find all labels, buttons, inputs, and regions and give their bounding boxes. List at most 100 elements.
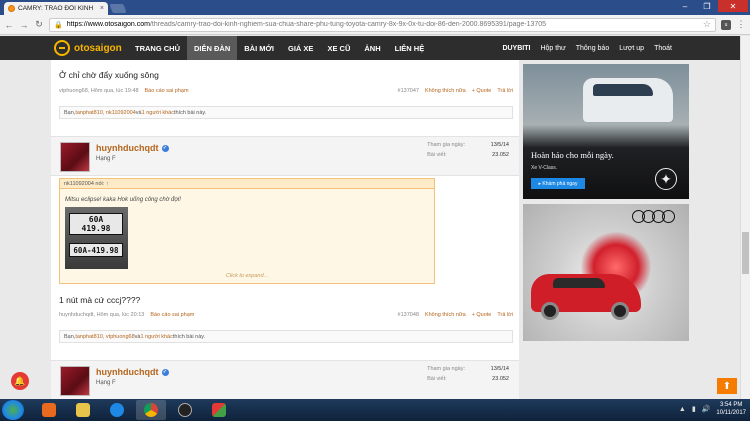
maximize-icon[interactable]: ❐	[696, 0, 718, 12]
clock-time: 3:54 PM	[720, 402, 743, 408]
joined-label-2: Tham gia ngày:	[427, 366, 465, 372]
scroll-to-top-icon[interactable]: ⬆	[717, 378, 737, 394]
menu-item-used-cars[interactable]: XE CŨ	[320, 36, 357, 60]
post-number[interactable]: #137047	[398, 88, 419, 94]
clock-date: 10/11/2017	[716, 410, 746, 416]
username[interactable]: huynhduchqdt ✓	[96, 143, 169, 153]
post-author-link-2[interactable]: huynhduchqdt	[59, 312, 94, 318]
menu-item-contact[interactable]: LIÊN HỆ	[388, 36, 432, 60]
logout-link[interactable]: Thoát	[654, 45, 672, 52]
expand-quote-link[interactable]: Click to expand...	[60, 273, 434, 279]
verified-icon: ✓	[161, 144, 169, 152]
likes-users[interactable]: tanphat810, nk11092004	[75, 110, 135, 116]
audi-ad[interactable]	[523, 204, 689, 341]
internet-explorer-icon[interactable]	[102, 400, 132, 420]
bookmark-star-icon[interactable]: ☆	[703, 19, 711, 30]
unlike-link[interactable]: Không thích nữa	[425, 88, 466, 94]
chrome-icon[interactable]	[136, 400, 166, 420]
post-time-2[interactable]: Hôm qua, lúc 20:13	[97, 312, 145, 318]
volume-icon[interactable]: 🔊	[702, 405, 711, 413]
quote-header[interactable]: nk11092004 nói: ↑	[60, 179, 434, 189]
post-number-2[interactable]: #137048	[398, 312, 419, 318]
new-tab-button[interactable]	[109, 4, 127, 13]
likes-prefix: Bạn,	[64, 109, 76, 116]
quote-link-2[interactable]: + Quote	[472, 312, 492, 318]
username-text[interactable]: huynhduchqdt	[96, 143, 159, 153]
inbox-link[interactable]: Hộp thư	[540, 45, 565, 52]
post-author-link[interactable]: vtphuong68	[59, 88, 88, 94]
network-icon[interactable]: ▮	[692, 405, 696, 413]
posts-value-2[interactable]: 23.052	[469, 376, 509, 382]
avatar[interactable]	[60, 142, 90, 172]
report-link[interactable]: Báo cáo sai phạm	[145, 88, 189, 94]
hp-icon[interactable]	[170, 400, 200, 420]
menu-item-forum[interactable]: DIỄN ĐÀN	[187, 36, 238, 60]
start-button-icon[interactable]	[2, 400, 24, 420]
clock[interactable]: 3:54 PM 10/11/2017	[716, 401, 746, 417]
user-rank: Hạng F	[96, 156, 116, 162]
menu-item-new-posts[interactable]: BÀI MỚI	[237, 36, 281, 60]
browser-tabstrip: CAMRY: TRAO ĐỔI KINH × – ❐ ✕	[0, 0, 750, 15]
alerts-link[interactable]: Thông báo	[576, 45, 609, 52]
plate-line1: 60A	[88, 215, 104, 224]
lock-icon: 🔒	[54, 21, 63, 29]
rear-wheel	[611, 302, 629, 320]
browser-tab[interactable]: CAMRY: TRAO ĐỔI KINH ×	[4, 2, 108, 15]
menu-item-car-prices[interactable]: GIÁ XE	[281, 36, 320, 60]
user-menu: DUYBITI Hộp thư Thông báo Lượt up Thoát	[502, 36, 672, 60]
menu-item-home[interactable]: TRANG CHỦ	[128, 36, 187, 60]
bumps-link[interactable]: Lượt up	[619, 45, 644, 52]
reload-icon[interactable]: ↻	[34, 19, 44, 30]
unlike-link-2[interactable]: Không thích nữa	[425, 312, 466, 318]
site-header: otosaigon TRANG CHỦ DIỄN ĐÀN BÀI MỚI GIÁ…	[0, 36, 750, 60]
page-scrollbar[interactable]	[740, 36, 750, 399]
license-plate-photo[interactable]: 60A 419.98 60A-419.98	[65, 207, 128, 269]
report-link-2[interactable]: Báo cáo sai phạm	[150, 312, 194, 318]
username-2[interactable]: huynhduchqdt ✓	[96, 367, 169, 377]
audi-rings-icon	[632, 210, 675, 223]
likes-suffix: thích bài này.	[173, 109, 207, 116]
url-bar[interactable]: 🔒 https://www.otosaigon.com/threads/camr…	[49, 17, 716, 32]
site-logo[interactable]: otosaigon	[54, 40, 122, 56]
back-icon[interactable]: ←	[4, 20, 14, 30]
quote-link[interactable]: + Quote	[472, 88, 492, 94]
url-host: https://www.otosaigon.com	[66, 21, 150, 28]
scroll-thumb[interactable]	[742, 232, 749, 274]
menu-icon[interactable]: ⋮	[736, 19, 746, 30]
mercedes-star-icon: ✦	[655, 168, 677, 190]
tray-arrow-icon[interactable]: ▲	[679, 406, 686, 413]
menu-item-photos[interactable]: ẢNH	[357, 36, 387, 60]
url-text[interactable]: https://www.otosaigon.com/threads/camry-…	[67, 21, 699, 28]
k-glyph	[212, 403, 226, 417]
main-menu: TRANG CHỦ DIỄN ĐÀN BÀI MỚI GIÁ XE XE CŨ …	[128, 36, 431, 60]
likes-users-2[interactable]: tanphat810, vtphuong68	[75, 334, 134, 340]
forward-icon[interactable]: →	[19, 20, 29, 30]
reply-link[interactable]: Trả lời	[497, 88, 513, 94]
tab-close-icon[interactable]: ×	[100, 5, 104, 12]
extension-icon[interactable]: u	[721, 19, 731, 30]
minimize-icon[interactable]: –	[674, 0, 696, 12]
user-stats-2: Tham gia ngày: 13/5/14 Bài viết: 23.052	[427, 366, 509, 382]
avatar-2[interactable]	[60, 366, 90, 396]
likes-others[interactable]: 1 người khác	[142, 110, 174, 116]
post-meta: vtphuong68, Hôm qua, lúc 19:48 Báo cáo s…	[59, 88, 513, 94]
app-k-icon[interactable]	[204, 400, 234, 420]
media-player-icon[interactable]	[34, 400, 64, 420]
user-account-link[interactable]: DUYBITI	[502, 45, 530, 52]
thread-content: Ở chỉ chờ đẩy xuống sông vtphuong68, Hôm…	[51, 60, 519, 399]
file-explorer-icon[interactable]	[68, 400, 98, 420]
notification-bell-icon[interactable]: 🔔	[11, 372, 29, 390]
post-time[interactable]: Hôm qua, lúc 19:48	[91, 88, 139, 94]
likes-summary-2: Bạn, tanphat810, vtphuong68 và 1 người k…	[59, 330, 513, 343]
posts-value[interactable]: 23.052	[469, 152, 509, 158]
username-text-2[interactable]: huynhduchqdt	[96, 367, 159, 377]
reply-link-2[interactable]: Trả lời	[497, 312, 513, 318]
mercedes-ad[interactable]: Hoàn hảo cho mỗi ngày. Xe V-Class. ▸ Khá…	[523, 64, 689, 199]
close-window-icon[interactable]: ✕	[718, 0, 748, 12]
ad-explore-button[interactable]: ▸ Khám phá ngay	[531, 178, 585, 189]
ad-subtitle: Xe V-Class.	[531, 165, 558, 171]
red-car-window	[553, 278, 605, 288]
posts-label: Bài viết:	[427, 152, 447, 158]
likes-others-2[interactable]: 1 người khác	[140, 334, 172, 340]
van-window	[593, 84, 653, 96]
